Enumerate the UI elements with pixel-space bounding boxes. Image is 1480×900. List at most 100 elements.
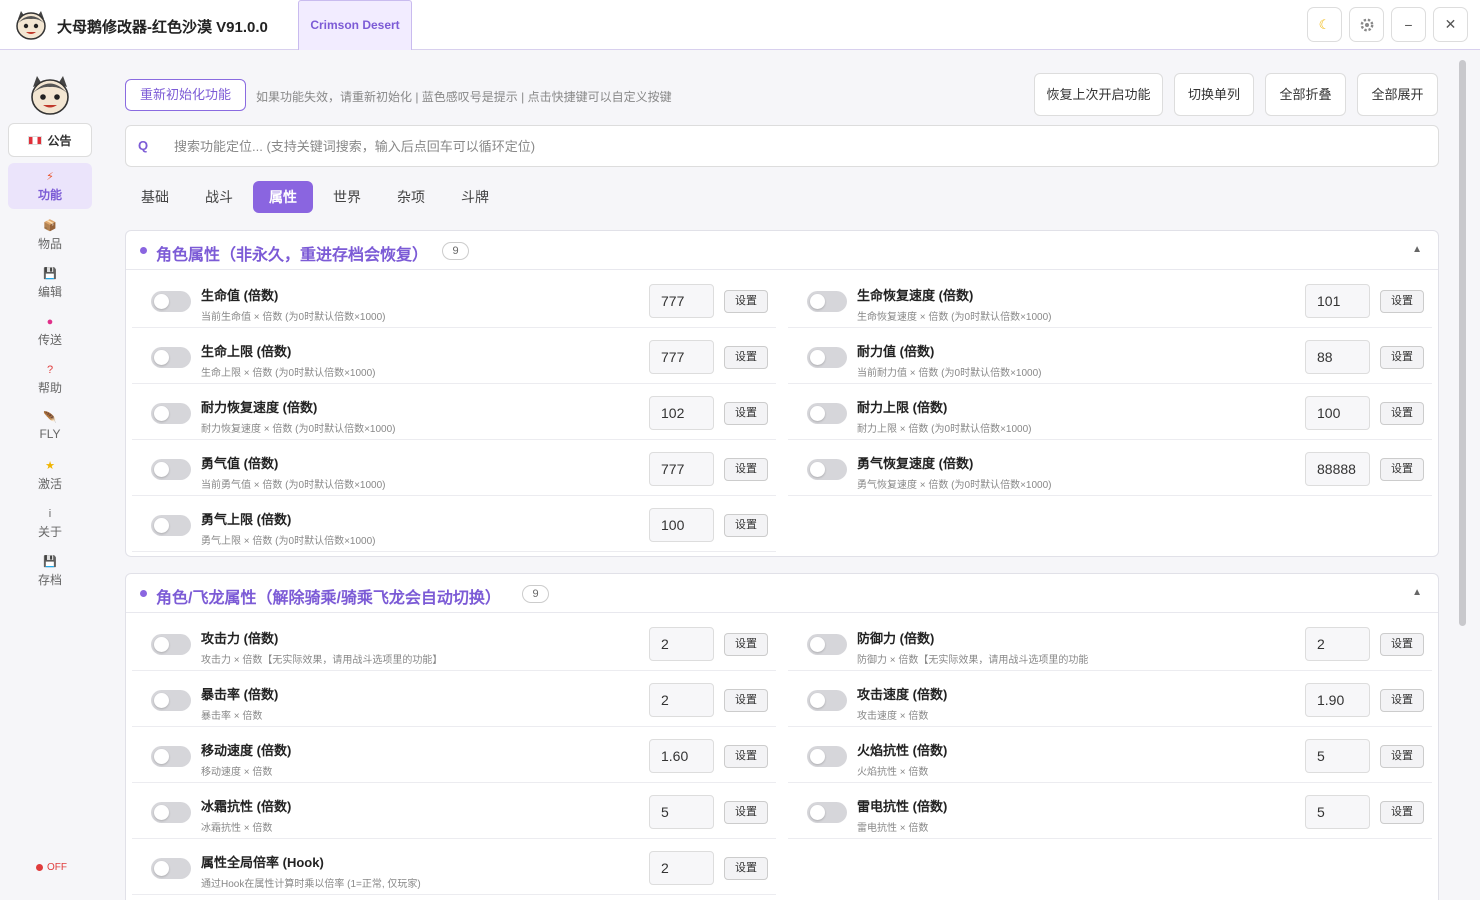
setting-value-input[interactable] [1305, 739, 1370, 773]
setting-toggle-switch[interactable] [807, 459, 847, 480]
section-count-badge: 9 [442, 242, 469, 260]
setting-apply-button[interactable]: 设置 [724, 402, 768, 425]
setting-value-input[interactable] [649, 851, 714, 885]
collapse-arrow-icon[interactable]: ▲ [1412, 244, 1422, 255]
settings-button[interactable] [1349, 7, 1384, 42]
setting-apply-button[interactable]: 设置 [1380, 689, 1424, 712]
setting-apply-button[interactable]: 设置 [1380, 801, 1424, 824]
sidebar-item-4[interactable]: ? 帮助 [8, 356, 92, 402]
setting-toggle-switch[interactable] [807, 634, 847, 655]
tab-3[interactable]: 世界 [317, 181, 377, 213]
collapse-arrow-icon[interactable]: ▲ [1412, 587, 1422, 598]
setting-apply-button[interactable]: 设置 [724, 633, 768, 656]
setting-value-input[interactable] [1305, 683, 1370, 717]
setting-apply-button[interactable]: 设置 [1380, 745, 1424, 768]
search-input[interactable] [174, 135, 1414, 157]
theme-toggle-button[interactable]: ☾ [1307, 7, 1342, 42]
setting-apply-button[interactable]: 设置 [1380, 633, 1424, 656]
game-tab-crimson-desert[interactable]: Crimson Desert [298, 0, 412, 50]
setting-title: 冰霜抗性 (倍数) [201, 799, 292, 814]
sidebar-item-7[interactable]: i 关于 [8, 500, 92, 546]
setting-title: 攻击速度 (倍数) [857, 687, 948, 702]
setting-toggle-switch[interactable] [151, 459, 191, 480]
status-indicator: OFF [36, 862, 67, 873]
sidebar-item-2[interactable]: 💾 编辑 [8, 260, 92, 306]
setting-value-input[interactable] [649, 627, 714, 661]
setting-value-input[interactable] [1305, 452, 1370, 486]
tab-1[interactable]: 战斗 [189, 181, 249, 213]
tab-4[interactable]: 杂项 [381, 181, 441, 213]
toggle-single-column-button[interactable]: 切换单列 [1174, 73, 1254, 116]
sidebar-item-label: FLY [39, 427, 61, 441]
setting-apply-button[interactable]: 设置 [1380, 402, 1424, 425]
setting-apply-button[interactable]: 设置 [724, 745, 768, 768]
setting-toggle-switch[interactable] [151, 291, 191, 312]
setting-value-input[interactable] [649, 396, 714, 430]
setting-apply-button[interactable]: 设置 [724, 514, 768, 537]
sidebar-item-0[interactable]: ⚡ 功能 [8, 163, 92, 209]
setting-row: 攻击速度 (倍数) 攻击速度 × 倍数 设置 [788, 672, 1432, 727]
sidebar-item-3[interactable]: ● 传送 [8, 308, 92, 354]
sidebar-item-label: 传送 [37, 333, 62, 347]
sidebar-item-1[interactable]: 📦 物品 [8, 212, 92, 258]
setting-toggle-switch[interactable] [151, 634, 191, 655]
sidebar-item-5[interactable]: 🪶 FLY [8, 404, 92, 450]
setting-apply-button[interactable]: 设置 [724, 801, 768, 824]
setting-toggle-switch[interactable] [807, 347, 847, 368]
section-header[interactable]: 角色/飞龙属性（解除骑乘/骑乘飞龙会自动切换） 9 ▲ [126, 574, 1438, 613]
collapse-all-button[interactable]: 全部折叠 [1265, 73, 1346, 116]
setting-toggle-switch[interactable] [807, 403, 847, 424]
setting-value-input[interactable] [649, 739, 714, 773]
notice-button[interactable]: 公告 [8, 123, 92, 157]
expand-all-button[interactable]: 全部展开 [1357, 73, 1438, 116]
setting-apply-button[interactable]: 设置 [724, 458, 768, 481]
setting-value-input[interactable] [649, 795, 714, 829]
close-button[interactable]: ✕ [1433, 7, 1468, 42]
setting-apply-button[interactable]: 设置 [724, 290, 768, 313]
setting-apply-button[interactable]: 设置 [724, 857, 768, 880]
setting-value-input[interactable] [1305, 340, 1370, 374]
setting-apply-button[interactable]: 设置 [1380, 290, 1424, 313]
setting-toggle-switch[interactable] [807, 802, 847, 823]
setting-toggle-switch[interactable] [151, 403, 191, 424]
close-icon: ✕ [1444, 16, 1457, 32]
section-header[interactable]: 角色属性（非永久，重进存档会恢复） 9 ▲ [126, 231, 1438, 270]
sidebar-item-8[interactable]: 💾 存档 [8, 548, 92, 594]
tab-5[interactable]: 斗牌 [445, 181, 505, 213]
minimize-button[interactable]: − [1391, 7, 1426, 42]
setting-toggle-switch[interactable] [151, 690, 191, 711]
setting-value-input[interactable] [1305, 396, 1370, 430]
restore-last-button[interactable]: 恢复上次开启功能 [1034, 73, 1163, 116]
tab-2[interactable]: 属性 [253, 181, 313, 213]
setting-value-input[interactable] [649, 508, 714, 542]
setting-value-input[interactable] [649, 683, 714, 717]
setting-toggle-switch[interactable] [151, 858, 191, 879]
setting-apply-button[interactable]: 设置 [724, 346, 768, 369]
setting-toggle-switch[interactable] [151, 347, 191, 368]
setting-row: 攻击力 (倍数) 攻击力 × 倍数【无实际效果，请用战斗选项里的功能】 设置 [132, 616, 776, 671]
setting-value-input[interactable] [649, 452, 714, 486]
setting-value-input[interactable] [1305, 284, 1370, 318]
scrollbar[interactable] [1459, 60, 1466, 626]
setting-value-input[interactable] [1305, 627, 1370, 661]
setting-value-input[interactable] [1305, 795, 1370, 829]
setting-toggle-switch[interactable] [807, 746, 847, 767]
setting-value-input[interactable] [649, 340, 714, 374]
setting-toggle-switch[interactable] [807, 291, 847, 312]
setting-toggle-switch[interactable] [151, 746, 191, 767]
notice-label: 公告 [47, 133, 72, 148]
setting-apply-button[interactable]: 设置 [1380, 458, 1424, 481]
setting-apply-button[interactable]: 设置 [1380, 346, 1424, 369]
sidebar-item-6[interactable]: ★ 激活 [8, 452, 92, 498]
setting-title: 火焰抗性 (倍数) [857, 743, 948, 758]
setting-value-input[interactable] [649, 284, 714, 318]
sidebar-item-label: 编辑 [37, 285, 62, 299]
setting-toggle-switch[interactable] [807, 690, 847, 711]
setting-description: 通过Hook在属性计算时乘以倍率 (1=正常, 仅玩家) [201, 879, 421, 890]
setting-toggle-switch[interactable] [151, 802, 191, 823]
setting-apply-button[interactable]: 设置 [724, 689, 768, 712]
setting-description: 耐力恢复速度 × 倍数 (为0时默认倍数×1000) [201, 424, 396, 435]
reinitialize-button[interactable]: 重新初始化功能 [125, 79, 246, 111]
tab-0[interactable]: 基础 [125, 181, 185, 213]
setting-toggle-switch[interactable] [151, 515, 191, 536]
